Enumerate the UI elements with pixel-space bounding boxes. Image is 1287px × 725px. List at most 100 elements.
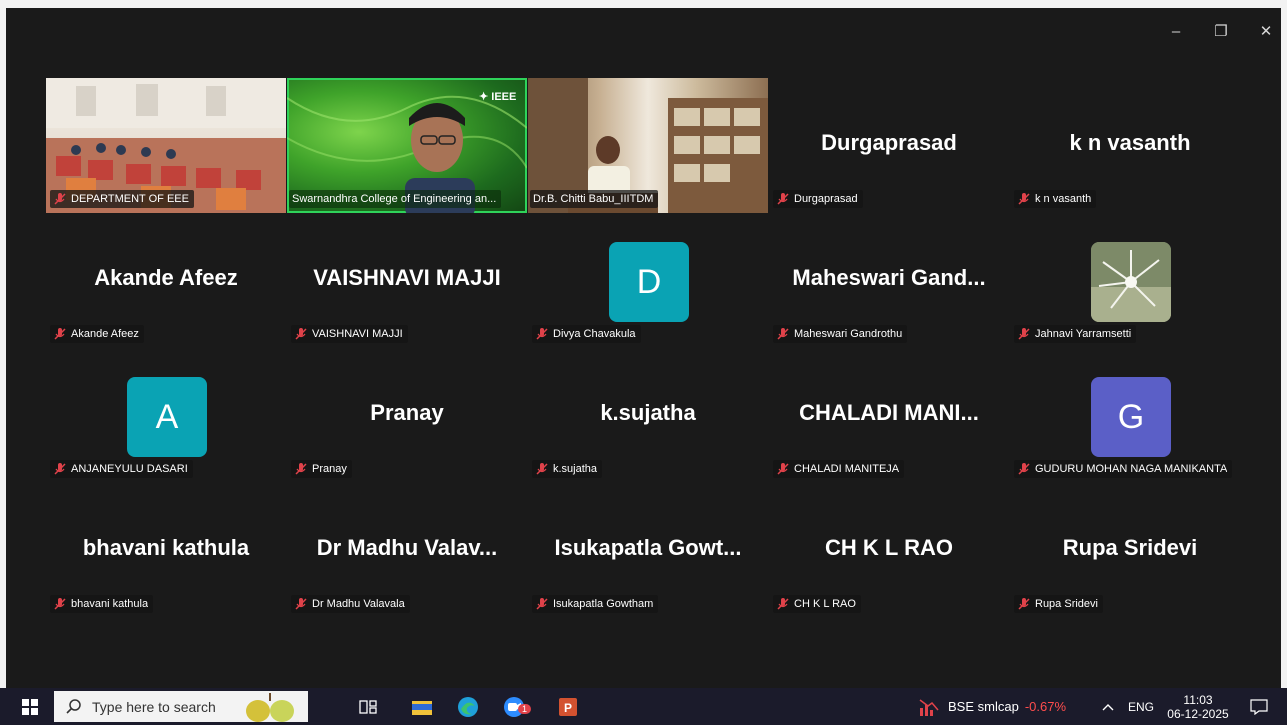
participant-display-name: Rupa Sridevi — [1062, 535, 1198, 560]
participant-display-name: k.sujatha — [600, 400, 696, 425]
participant-label: Pranay — [291, 460, 352, 478]
windows-taskbar: Type here to search 1 P BSE smlcap -0.67… — [0, 688, 1287, 725]
powerpoint-button[interactable]: P — [550, 688, 586, 725]
mic-muted-icon — [1018, 463, 1030, 475]
input-language-indicator[interactable]: ENG — [1124, 688, 1158, 725]
participant-tile[interactable]: Jahnavi Yarramsetti — [1010, 213, 1250, 348]
powerpoint-icon: P — [559, 697, 577, 716]
participant-display-name: bhavani kathula — [82, 535, 250, 560]
participant-tile[interactable]: Dr Madhu Valav... Dr Madhu Valavala — [287, 483, 527, 618]
avatar — [1091, 242, 1171, 322]
mic-muted-icon — [54, 463, 66, 475]
mic-muted-icon — [536, 328, 548, 340]
notification-icon — [1250, 698, 1268, 715]
participant-tile[interactable]: k n vasanth k n vasanth — [1010, 78, 1250, 213]
chevron-up-icon — [1102, 703, 1114, 710]
participant-label: Jahnavi Yarramsetti — [1014, 325, 1137, 343]
mic-muted-icon — [54, 328, 66, 340]
participant-display-name: Maheswari Gand... — [792, 265, 986, 290]
stock-change: -0.67% — [1024, 699, 1067, 714]
participant-display-name: Durgaprasad — [821, 130, 957, 155]
mic-muted-icon — [1018, 328, 1030, 340]
participant-label: k n vasanth — [1014, 190, 1097, 208]
mic-muted-icon — [536, 598, 548, 610]
participant-tile[interactable]: Pranay Pranay — [287, 348, 527, 483]
stock-widget[interactable]: BSE smlcap -0.67% — [918, 688, 1078, 725]
participant-label: bhavani kathula — [50, 595, 154, 613]
svg-text:P: P — [564, 701, 572, 715]
search-icon — [66, 698, 81, 714]
flower-photo-icon — [1091, 242, 1171, 322]
participant-tile[interactable]: D Divya Chavakula — [528, 213, 768, 348]
mic-muted-icon — [536, 463, 548, 475]
video-tile-department-eee[interactable]: DEPARTMENT OF EEE — [46, 78, 286, 213]
participant-label: Dr Madhu Valavala — [291, 595, 410, 613]
task-view-button[interactable] — [352, 688, 384, 725]
clock-time: 11:03 — [1183, 692, 1213, 707]
participant-label: Rupa Sridevi — [1014, 595, 1103, 613]
participant-tile[interactable]: k.sujatha k.sujatha — [528, 348, 768, 483]
task-view-icon — [359, 699, 377, 714]
participant-tile[interactable]: CH K L RAO CH K L RAO — [769, 483, 1009, 618]
participant-label: ANJANEYULU DASARI — [50, 460, 193, 478]
video-tile-chitti-babu[interactable]: Dr.B. Chitti Babu_IIITDM — [528, 78, 768, 213]
zoom-app-button[interactable]: 1 — [496, 688, 532, 725]
participant-tile[interactable]: CHALADI MANI... CHALADI MANITEJA — [769, 348, 1009, 483]
participant-label: CH K L RAO — [773, 595, 861, 613]
avatar: D — [609, 242, 689, 322]
file-explorer-button[interactable] — [404, 688, 440, 725]
stock-name: BSE smlcap — [948, 699, 1019, 714]
participant-label: Isukapatla Gowtham — [532, 595, 659, 613]
participant-label: VAISHNAVI MAJJI — [291, 325, 408, 343]
participant-label: Durgaprasad — [773, 190, 863, 208]
mic-muted-icon — [777, 598, 789, 610]
participant-grid: DEPARTMENT OF EEE ✦ IEEE Swarnandhra Col… — [0, 0, 1287, 688]
participant-label: GUDURU MOHAN NAGA MANIKANTA — [1014, 460, 1233, 478]
mic-muted-icon — [1018, 193, 1030, 205]
start-button[interactable] — [12, 688, 48, 725]
edge-browser-icon — [458, 696, 478, 717]
clock-date: 06-12-2025 — [1167, 706, 1229, 721]
taskbar-search-box[interactable]: Type here to search — [54, 691, 308, 722]
participant-label: Maheswari Gandrothu — [773, 325, 908, 343]
participant-tile[interactable]: Akande Afeez Akande Afeez — [46, 213, 286, 348]
search-placeholder: Type here to search — [92, 698, 216, 715]
participant-tile[interactable]: G GUDURU MOHAN NAGA MANIKANTA — [1010, 348, 1250, 483]
mic-muted-icon — [777, 193, 789, 205]
avatar: A — [127, 377, 207, 457]
participant-label: Divya Chavakula — [532, 325, 641, 343]
windows-logo-icon — [22, 698, 38, 715]
participant-label: CHALADI MANITEJA — [773, 460, 905, 478]
participant-tile[interactable]: Maheswari Gand... Maheswari Gandrothu — [769, 213, 1009, 348]
notification-badge: 1 — [518, 704, 532, 714]
participant-tile[interactable]: Rupa Sridevi Rupa Sridevi — [1010, 483, 1250, 618]
avatar: G — [1091, 377, 1171, 457]
participant-display-name: Pranay — [370, 400, 444, 425]
show-hidden-icons-button[interactable] — [1096, 688, 1120, 725]
mic-muted-icon — [54, 598, 66, 610]
participant-display-name: VAISHNAVI MAJJI — [313, 265, 501, 290]
participant-tile[interactable]: A ANJANEYULU DASARI — [46, 348, 286, 483]
participant-label: Akande Afeez — [50, 325, 144, 343]
participant-label: Dr.B. Chitti Babu_IIITDM — [530, 190, 659, 208]
mic-muted-icon — [295, 598, 307, 610]
mic-muted-icon — [54, 193, 66, 205]
mic-muted-icon — [295, 328, 307, 340]
stock-down-icon — [919, 698, 939, 716]
participant-tile[interactable]: Durgaprasad Durgaprasad — [769, 78, 1009, 213]
clock[interactable]: 11:03 06-12-2025 — [1160, 688, 1236, 725]
participant-tile[interactable]: Isukapatla Gowt... Isukapatla Gowtham — [528, 483, 768, 618]
ieee-logo: ✦ IEEE — [479, 91, 517, 103]
pear-illustration-icon — [246, 693, 294, 722]
participant-display-name: Isukapatla Gowt... — [554, 535, 742, 560]
participant-tile[interactable]: VAISHNAVI MAJJI VAISHNAVI MAJJI — [287, 213, 527, 348]
participant-tile[interactable]: bhavani kathula bhavani kathula — [46, 483, 286, 618]
action-center-button[interactable] — [1242, 688, 1276, 725]
edge-browser-button[interactable] — [450, 688, 486, 725]
participant-display-name: Dr Madhu Valav... — [316, 535, 498, 560]
video-tile-swarnandhra[interactable]: ✦ IEEE Swarnandhra College of Engineerin… — [287, 78, 527, 213]
mic-muted-icon — [777, 463, 789, 475]
mic-muted-icon — [777, 328, 789, 340]
participant-display-name: Akande Afeez — [94, 265, 238, 290]
participant-label: k.sujatha — [532, 460, 603, 478]
